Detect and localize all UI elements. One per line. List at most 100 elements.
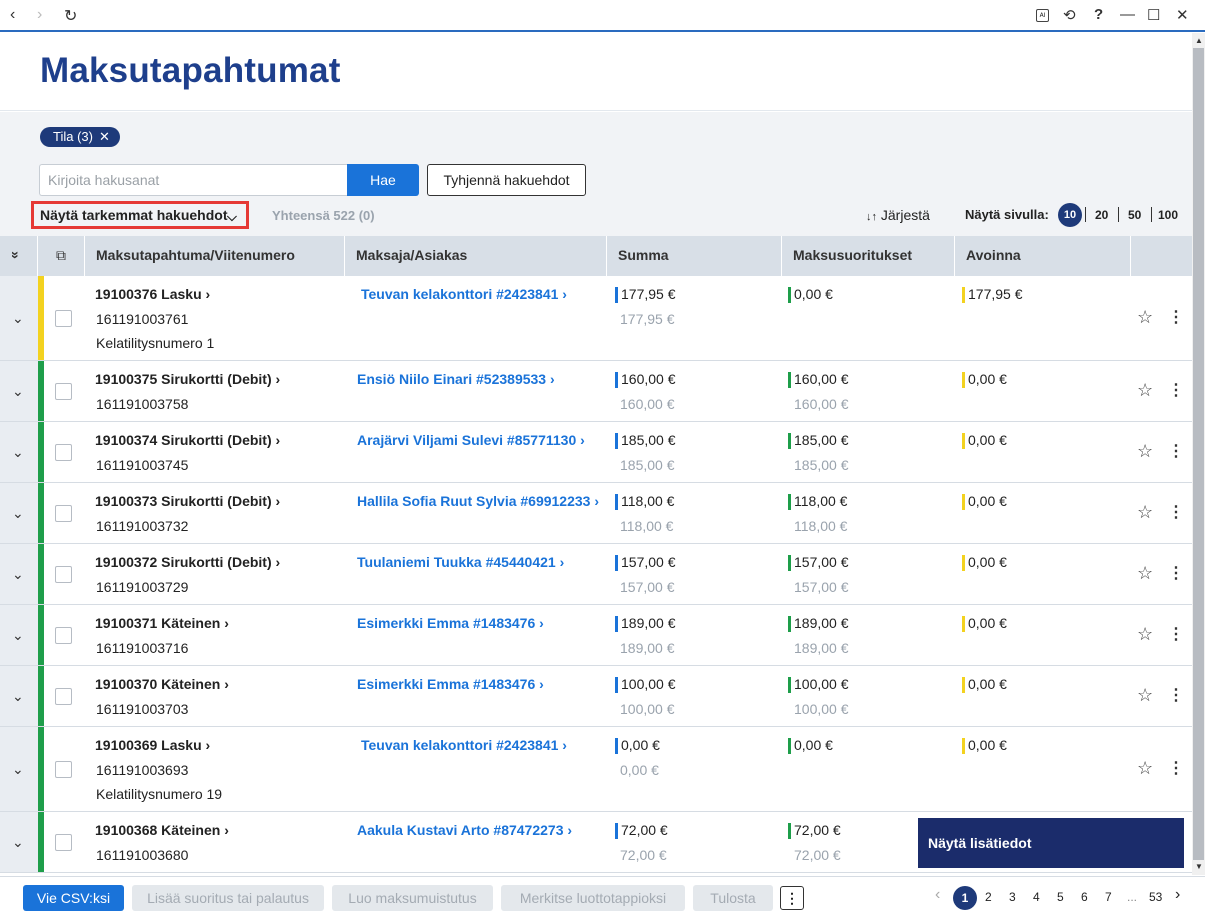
row-checkbox[interactable] <box>55 383 72 400</box>
row-checkbox[interactable] <box>55 834 72 851</box>
row-menu-icon[interactable]: ⋮ <box>1168 627 1184 643</box>
print-button[interactable]: Tulosta <box>693 885 773 911</box>
export-csv-button[interactable]: Vie CSV:ksi <box>23 885 124 911</box>
row-checkbox[interactable] <box>55 444 72 461</box>
row-menu-icon[interactable]: ⋮ <box>1168 761 1184 777</box>
scroll-down-icon[interactable]: ▼ <box>1195 862 1203 871</box>
row-expand-cell[interactable]: ⌄ <box>0 361 38 421</box>
payer-link[interactable]: Tuulaniemi Tuukka #45440421 › <box>357 554 564 570</box>
row-expand-cell[interactable]: ⌄ <box>0 812 38 872</box>
chevron-down-icon[interactable]: ⌄ <box>12 383 24 400</box>
add-payment-button[interactable]: Lisää suoritus tai palautus <box>132 885 324 911</box>
per-page-option-50[interactable]: 50 <box>1128 208 1141 222</box>
table-row[interactable]: ⌄ 19100373 Sirukortti (Debit) › 1611910037… <box>0 483 1192 544</box>
forward-icon[interactable]: › <box>37 6 42 24</box>
table-row[interactable]: ⌄ 19100368 Käteinen › 161191003680 Aakula K… <box>0 812 1192 873</box>
transaction-link[interactable]: 19100371 Käteinen › <box>95 615 229 631</box>
prev-page-icon[interactable]: ‹ <box>935 886 940 904</box>
mark-credit-loss-button[interactable]: Merkitse luottotappioksi <box>501 885 685 911</box>
transaction-link[interactable]: 19100375 Sirukortti (Debit) › <box>95 371 280 387</box>
page-3[interactable]: 3 <box>1009 890 1016 904</box>
transaction-link[interactable]: 19100368 Käteinen › <box>95 822 229 838</box>
row-checkbox[interactable] <box>55 505 72 522</box>
row-expand-cell[interactable]: ⌄ <box>0 666 38 726</box>
transaction-link[interactable]: 19100370 Käteinen › <box>95 676 229 692</box>
star-icon[interactable]: ☆ <box>1137 307 1153 328</box>
row-expand-cell[interactable]: ⌄ <box>0 727 38 811</box>
transaction-link[interactable]: 19100376 Lasku › <box>95 286 210 302</box>
row-menu-icon[interactable]: ⋮ <box>1168 505 1184 521</box>
advanced-search-toggle[interactable]: Näytä tarkemmat hakuehdot ⌵ <box>31 201 249 229</box>
chevron-down-icon[interactable]: ⌄ <box>12 505 24 522</box>
row-checkbox[interactable] <box>55 688 72 705</box>
star-icon[interactable]: ☆ <box>1137 624 1153 645</box>
row-menu-icon[interactable]: ⋮ <box>1168 566 1184 582</box>
column-header-payments[interactable]: Maksusuoritukset <box>782 236 955 276</box>
transaction-link[interactable]: 19100369 Lasku › <box>95 737 210 753</box>
reload-icon[interactable]: ↻ <box>64 6 77 26</box>
back-icon[interactable]: ‹ <box>10 6 15 24</box>
row-menu-icon[interactable]: ⋮ <box>1168 310 1184 326</box>
close-icon[interactable]: ✕ <box>1176 6 1189 24</box>
chevron-down-icon[interactable]: ⌄ <box>12 627 24 644</box>
star-icon[interactable]: ☆ <box>1137 563 1153 584</box>
per-page-option-20[interactable]: 20 <box>1095 208 1108 222</box>
payer-link[interactable]: Esimerkki Emma #1483476 › <box>357 615 544 631</box>
create-reminder-button[interactable]: Luo maksumuistutus <box>332 885 493 911</box>
maximize-icon[interactable]: ☐ <box>1147 6 1160 24</box>
star-icon[interactable]: ☆ <box>1137 685 1153 706</box>
row-checkbox[interactable] <box>55 627 72 644</box>
per-page-option-100[interactable]: 100 <box>1158 208 1178 222</box>
page-2[interactable]: 2 <box>985 890 992 904</box>
page-5[interactable]: 5 <box>1057 890 1064 904</box>
table-row[interactable]: ⌄ 19100376 Lasku › 161191003761 Kelatilitys… <box>0 276 1192 361</box>
minimize-icon[interactable]: — <box>1120 6 1135 23</box>
vertical-scrollbar[interactable]: ▲ ▼ <box>1192 33 1205 875</box>
table-row[interactable]: ⌄ 19100374 Sirukortti (Debit) › 1611910037… <box>0 422 1192 483</box>
filter-chip-status[interactable]: Tila (3) ✕ <box>40 127 120 147</box>
page-6[interactable]: 6 <box>1081 890 1088 904</box>
search-button[interactable]: Hae <box>347 164 419 196</box>
show-details-button[interactable]: Näytä lisätiedot <box>918 818 1184 868</box>
row-expand-cell[interactable]: ⌄ <box>0 483 38 543</box>
row-checkbox[interactable] <box>55 310 72 327</box>
more-actions-button[interactable]: ⋮ <box>780 886 804 910</box>
row-expand-cell[interactable]: ⌄ <box>0 544 38 604</box>
page-last[interactable]: 53 <box>1149 890 1162 904</box>
transaction-link[interactable]: 19100374 Sirukortti (Debit) › <box>95 432 280 448</box>
help-icon[interactable]: ? <box>1094 6 1103 23</box>
payer-link[interactable]: Teuvan kelakonttori #2423841 › <box>361 737 567 753</box>
row-expand-cell[interactable]: ⌄ <box>0 605 38 665</box>
payer-link[interactable]: Teuvan kelakonttori #2423841 › <box>361 286 567 302</box>
payer-link[interactable]: Esimerkki Emma #1483476 › <box>357 676 544 692</box>
payer-link[interactable]: Ensiö Niilo Einari #52389533 › <box>357 371 555 387</box>
payer-link[interactable]: Hallila Sofia Ruut Sylvia #69912233 › <box>357 493 599 509</box>
sort-button[interactable]: ↓↑ Järjestä <box>866 207 930 223</box>
row-menu-icon[interactable]: ⋮ <box>1168 688 1184 704</box>
page-1[interactable]: 1 <box>953 886 977 910</box>
ai-icon[interactable]: AI <box>1036 9 1049 22</box>
star-icon[interactable]: ☆ <box>1137 380 1153 401</box>
scroll-up-icon[interactable]: ▲ <box>1195 36 1203 45</box>
select-all-icon[interactable]: ⧉ <box>44 236 85 276</box>
next-page-icon[interactable]: › <box>1175 886 1180 904</box>
chevron-down-icon[interactable]: ⌄ <box>12 444 24 461</box>
history-icon[interactable]: ⟲ <box>1063 6 1076 24</box>
chevron-down-icon[interactable]: ⌄ <box>12 310 24 327</box>
chevron-down-icon[interactable]: ⌄ <box>12 688 24 705</box>
row-menu-icon[interactable]: ⋮ <box>1168 383 1184 399</box>
row-expand-cell[interactable]: ⌄ <box>0 276 38 360</box>
payer-link[interactable]: Aakula Kustavi Arto #87472273 › <box>357 822 572 838</box>
chevron-down-icon[interactable]: ⌄ <box>12 761 24 778</box>
star-icon[interactable]: ☆ <box>1137 441 1153 462</box>
transaction-link[interactable]: 19100372 Sirukortti (Debit) › <box>95 554 280 570</box>
column-header-sum[interactable]: Summa <box>607 236 782 276</box>
column-header-payer[interactable]: Maksaja/Asiakas <box>345 236 607 276</box>
clear-filters-button[interactable]: Tyhjennä hakuehdot <box>427 164 586 196</box>
table-row[interactable]: ⌄ 19100371 Käteinen › 161191003716 Esimerkk… <box>0 605 1192 666</box>
table-row[interactable]: ⌄ 19100369 Lasku › 161191003693 Kelatilitys… <box>0 727 1192 812</box>
chip-close-icon[interactable]: ✕ <box>99 129 110 144</box>
chevron-down-icon[interactable]: ⌄ <box>12 566 24 583</box>
row-menu-icon[interactable]: ⋮ <box>1168 444 1184 460</box>
row-expand-cell[interactable]: ⌄ <box>0 422 38 482</box>
